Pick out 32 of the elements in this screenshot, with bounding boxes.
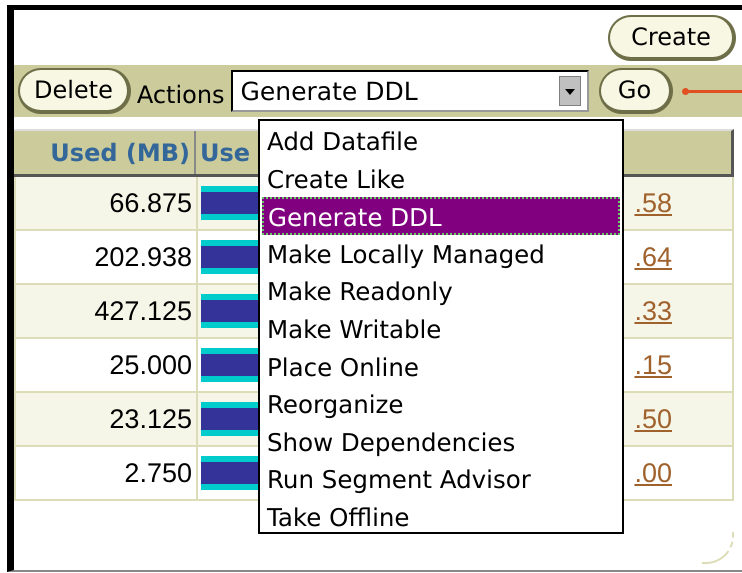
create-button[interactable]: Create [608,15,736,61]
table-cell: 202.938 [14,231,196,283]
go-button[interactable]: Go [598,68,673,114]
value-link[interactable]: .33 [634,296,672,326]
menu-item[interactable]: Reorganize [262,385,620,423]
value-link[interactable]: .58 [634,188,672,218]
caret-icon[interactable] [558,76,581,106]
menu-item[interactable]: Take Offline [262,498,620,536]
menu-item[interactable]: Create Like [262,160,620,198]
value-link[interactable]: .15 [634,350,672,380]
column-header: Used (MB) [14,131,196,174]
menu-item[interactable]: Show Dependencies [262,422,620,460]
menu-item[interactable]: Make Readonly [262,272,620,310]
value-link[interactable]: .64 [634,242,672,272]
actions-select[interactable]: Generate DDL [230,70,589,112]
menu-item[interactable]: Run Segment Advisor [262,460,620,498]
value-link[interactable]: .50 [634,404,672,434]
delete-button[interactable]: Delete [18,68,131,114]
menu-item[interactable]: Make Locally Managed [262,234,620,272]
actions-label: Actions [136,80,225,109]
table-cell: 23.125 [14,393,196,445]
value-link[interactable]: .00 [634,458,672,488]
menu-item[interactable]: Make Writable [262,310,620,348]
panel-border [702,532,734,564]
leader-line [684,90,742,93]
menu-item[interactable]: Add Datafile [262,122,620,160]
table-cell: 427.125 [14,285,196,337]
table-cell: 2.750 [14,447,196,499]
menu-item[interactable]: Place Online [262,348,620,386]
table-cell: 25.000 [14,339,196,391]
table-cell: 66.875 [14,177,196,229]
menu-item[interactable]: Generate DDL [262,197,620,235]
